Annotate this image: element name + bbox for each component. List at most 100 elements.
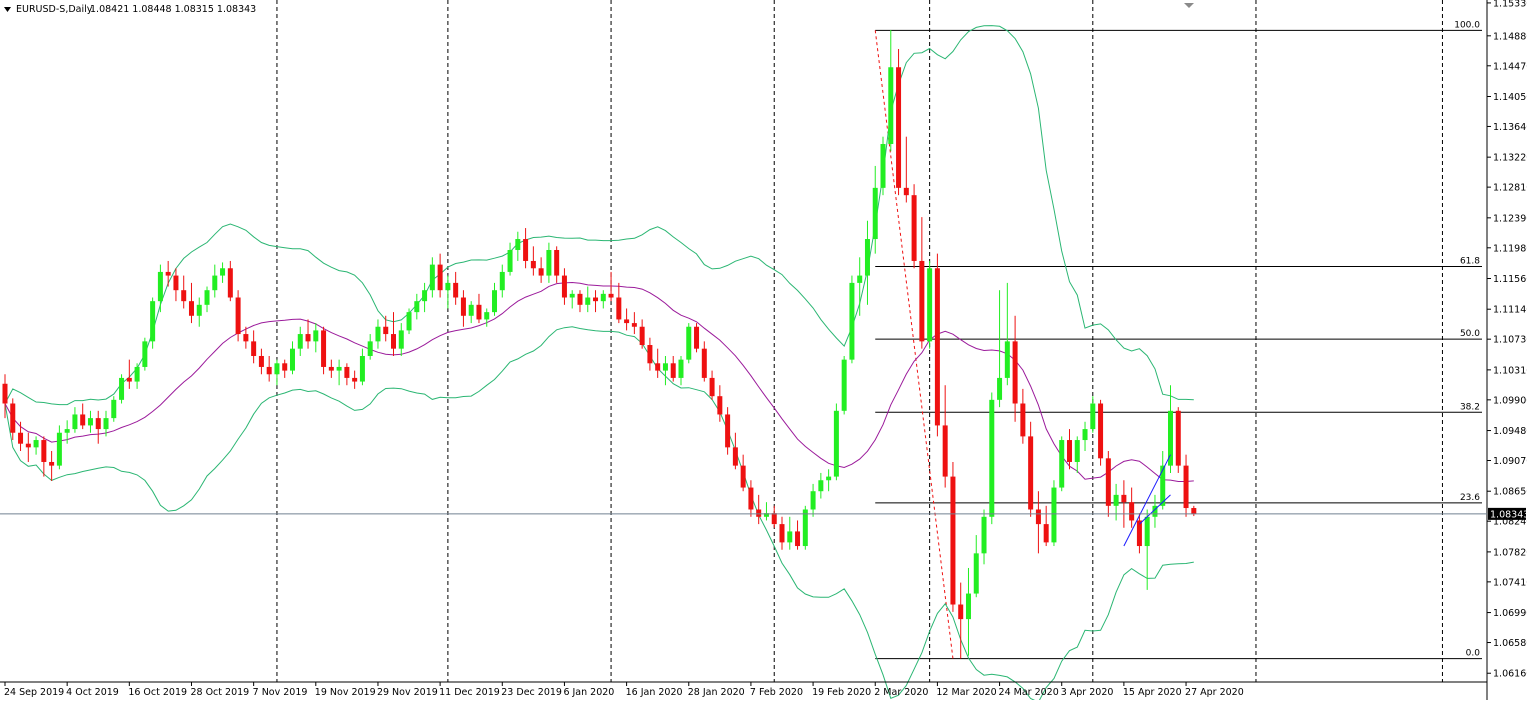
candle-body (927, 268, 933, 342)
candle-body (72, 414, 78, 430)
price-tick-label: 1.07410 (1493, 577, 1527, 588)
candle-body (398, 330, 404, 349)
candle-body (414, 301, 420, 313)
candle-body (492, 290, 498, 313)
candle-body (297, 334, 303, 349)
candle-body (958, 604, 964, 620)
price-tick-label: 1.12810 (1493, 183, 1527, 194)
candle-body (1121, 494, 1127, 503)
candle-body (857, 275, 863, 283)
candle-body (1035, 509, 1041, 525)
time-tick-label: 7 Feb 2020 (750, 687, 803, 698)
candle-body (569, 293, 575, 298)
candle-body (1082, 429, 1088, 441)
candle-body (577, 293, 583, 305)
candle-body (18, 432, 24, 444)
candle-body (709, 377, 715, 397)
price-tick-label: 1.11560 (1493, 274, 1527, 285)
candle-body (694, 326, 700, 349)
fib-level-label: 0.0 (1466, 649, 1481, 659)
candle-body (841, 359, 847, 411)
candle-body (538, 268, 544, 276)
candle-body (561, 275, 567, 298)
candle-body (678, 359, 684, 378)
candle-body (95, 418, 101, 430)
candle-body (950, 476, 956, 605)
time-tick-label: 15 Apr 2020 (1123, 687, 1182, 698)
candlestick-chart[interactable]: 100.0 61.8 50.0 38.2 23.6 0.0 1.15330 1.14880 1… (0, 0, 1527, 703)
time-tick-label: 16 Jan 2020 (626, 687, 683, 698)
candle-body (647, 345, 653, 364)
candle-body (328, 366, 334, 371)
candle-body (1043, 524, 1049, 543)
candle-body (965, 593, 971, 620)
candle-body (833, 410, 839, 477)
candle-body (126, 377, 132, 382)
candle-body (1051, 487, 1057, 543)
time-tick-label: 19 Feb 2020 (812, 687, 871, 698)
candle-body (453, 282, 459, 298)
candle-body (1144, 516, 1150, 547)
candle-body (352, 377, 358, 382)
candle-body (359, 355, 365, 382)
candle-body (670, 363, 676, 378)
candle-body (1191, 508, 1197, 514)
candle-body (1105, 458, 1111, 506)
candle-body (266, 366, 272, 375)
candle-body (515, 239, 521, 250)
price-tick-label: 1.09480 (1493, 426, 1527, 437)
candle-body (802, 509, 808, 547)
candle-body (662, 363, 668, 371)
candle-body (1129, 502, 1135, 521)
candle-body (1113, 494, 1119, 506)
candle-body (344, 366, 350, 378)
candle-body (872, 187, 878, 240)
candle-body (422, 290, 428, 302)
candle-body (593, 297, 599, 302)
candle-body (849, 282, 855, 360)
time-tick-label: 3 Apr 2020 (1061, 687, 1114, 698)
candle-body (181, 290, 187, 302)
candle-body (608, 293, 614, 298)
price-tick-label: 1.06580 (1493, 638, 1527, 649)
chart-container[interactable]: 100.0 61.8 50.0 38.2 23.6 0.0 1.15330 1.14880 1… (0, 0, 1527, 703)
candle-body (1136, 520, 1142, 547)
price-tick-label: 1.11140 (1493, 305, 1527, 316)
candle-body (1175, 410, 1181, 466)
price-tick-label: 1.15330 (1493, 0, 1527, 9)
candle-body (1183, 465, 1189, 509)
candle-body (997, 377, 1003, 400)
candle-body (1059, 440, 1065, 488)
candle-body (919, 260, 925, 342)
candle-body (204, 290, 210, 305)
candle-body (1160, 465, 1166, 506)
candle-body (499, 271, 505, 291)
candle-body (771, 513, 777, 525)
candle-body (142, 341, 148, 367)
price-tick-label: 1.12390 (1493, 213, 1527, 224)
candle-body (934, 268, 940, 426)
candle-body (1090, 403, 1096, 430)
candle-body (391, 334, 396, 349)
candle-body (942, 425, 948, 477)
candle-body (80, 414, 86, 426)
candle-body (787, 531, 793, 543)
candle-body (818, 480, 824, 492)
candle-body (639, 326, 645, 346)
candle-body (103, 418, 109, 430)
time-tick-label: 19 Nov 2019 (315, 687, 376, 698)
candle-body (903, 187, 909, 196)
candle-body (336, 366, 342, 371)
candle-body (476, 304, 482, 320)
candle-body (973, 553, 979, 594)
price-tick-label: 1.07820 (1493, 547, 1527, 558)
candle-body (748, 487, 754, 510)
candle-body (119, 377, 125, 400)
candle-body (56, 432, 62, 466)
candle-body (1066, 440, 1072, 462)
price-tick-label: 1.14470 (1493, 61, 1527, 72)
candle-body (554, 249, 560, 276)
candle-body (795, 531, 801, 547)
price-marker-label: 1.08343 (1490, 509, 1527, 520)
candle-body (173, 275, 179, 291)
